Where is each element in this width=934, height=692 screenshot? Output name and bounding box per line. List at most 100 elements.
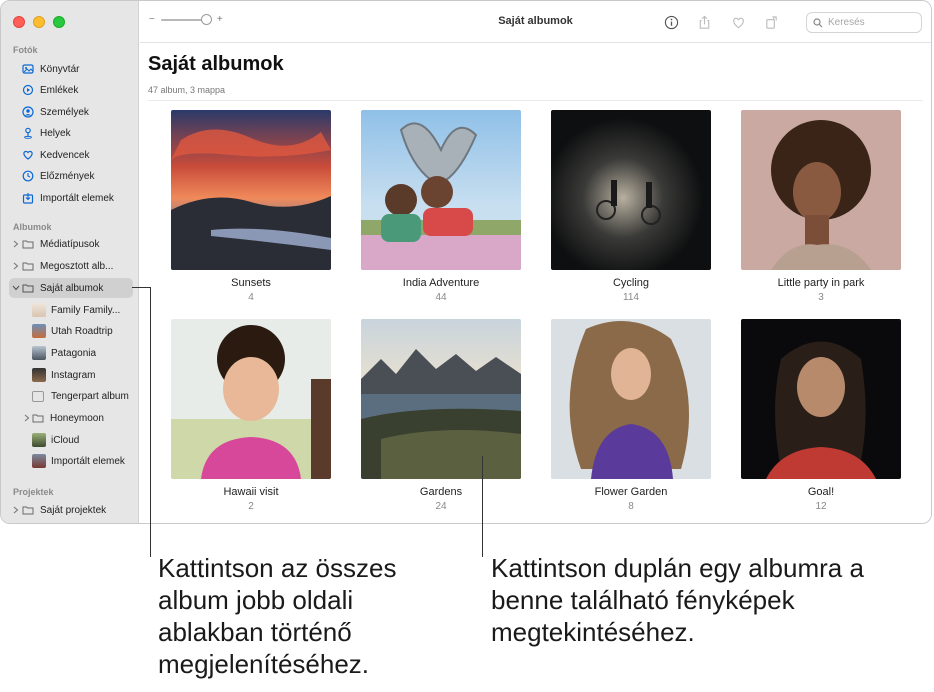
sidebar-item-my-projects[interactable]: Saját projektek bbox=[9, 500, 133, 520]
places-icon bbox=[22, 127, 34, 139]
sidebar-item-people[interactable]: Személyek bbox=[9, 102, 133, 122]
share-button[interactable] bbox=[695, 13, 713, 31]
sidebar-item-album[interactable]: Patagonia bbox=[9, 343, 133, 363]
sidebar-item-album[interactable]: Family Family... bbox=[9, 300, 133, 320]
sidebar-item-favorites[interactable]: Kedvencek bbox=[9, 145, 133, 165]
album-count: 44 bbox=[435, 292, 447, 303]
heart-icon bbox=[732, 17, 744, 28]
album-tile-sunsets[interactable]: Sunsets 4 bbox=[171, 110, 331, 303]
album-cover bbox=[551, 110, 711, 270]
album-name: Gardens bbox=[419, 486, 463, 498]
empty-album-icon bbox=[32, 390, 44, 402]
rotate-icon bbox=[765, 15, 777, 29]
share-icon bbox=[699, 15, 709, 29]
chevron-right-icon[interactable] bbox=[23, 414, 31, 422]
album-cover bbox=[171, 110, 331, 270]
search-input[interactable] bbox=[828, 17, 918, 28]
album-tile-india-adventure[interactable]: India Adventure 44 bbox=[361, 110, 521, 303]
heart-icon bbox=[22, 149, 34, 161]
sidebar-item-album[interactable]: Tengerpart album bbox=[9, 386, 133, 406]
sidebar-item-label: Importált elemek bbox=[40, 192, 114, 204]
chevron-right-icon[interactable] bbox=[12, 240, 20, 248]
album-name: Hawaii visit bbox=[223, 486, 279, 498]
section-albums: Albumok bbox=[13, 222, 52, 232]
info-button[interactable] bbox=[662, 13, 680, 31]
chevron-down-icon[interactable] bbox=[12, 284, 20, 292]
album-name: India Adventure bbox=[402, 277, 480, 289]
album-count: 4 bbox=[248, 292, 254, 303]
album-name: Cycling bbox=[612, 277, 650, 289]
folder-icon bbox=[22, 260, 34, 272]
sidebar-item-label: Patagonia bbox=[51, 347, 97, 359]
zoom-button[interactable] bbox=[53, 16, 65, 28]
callout-line-left-v bbox=[150, 287, 151, 557]
album-tile-flower-garden[interactable]: Flower Garden 8 bbox=[551, 319, 711, 512]
album-cover bbox=[361, 110, 521, 270]
clock-icon bbox=[22, 170, 34, 182]
sidebar-item-label: Helyek bbox=[40, 127, 71, 139]
album-tile-goal[interactable]: Goal! 12 bbox=[741, 319, 901, 512]
rotate-button[interactable] bbox=[762, 13, 780, 31]
album-tile-little-party[interactable]: Little party in park 3 bbox=[741, 110, 901, 303]
favorite-button[interactable] bbox=[729, 13, 747, 31]
sidebar-item-label: Honeymoon bbox=[50, 412, 104, 424]
folder-icon bbox=[22, 238, 34, 250]
folder-icon bbox=[22, 504, 34, 516]
sidebar-item-media-types[interactable]: Médiatípusok bbox=[9, 234, 133, 254]
callout-line-left-h bbox=[132, 287, 151, 288]
album-tile-cycling[interactable]: Cycling 114 bbox=[551, 110, 711, 303]
album-thumbnail bbox=[32, 324, 46, 338]
sidebar-item-label: Megosztott alb... bbox=[40, 260, 114, 272]
close-button[interactable] bbox=[13, 16, 25, 28]
album-name: Goal! bbox=[807, 486, 835, 498]
sidebar-item-places[interactable]: Helyek bbox=[9, 123, 133, 143]
album-count: 8 bbox=[628, 501, 634, 512]
album-tile-gardens[interactable]: Gardens 24 bbox=[361, 319, 521, 512]
search-field[interactable] bbox=[806, 12, 922, 33]
zoom-in-button[interactable]: + bbox=[217, 14, 223, 25]
sidebar-item-memories[interactable]: Emlékek bbox=[9, 80, 133, 100]
album-count: 3 bbox=[818, 292, 824, 303]
sidebar-item-album[interactable]: Importált elemek bbox=[9, 451, 133, 471]
sidebar-item-label: Saját albumok bbox=[40, 282, 104, 294]
zoom-slider[interactable] bbox=[160, 13, 212, 25]
window-controls bbox=[13, 16, 65, 28]
sidebar-item-honeymoon[interactable]: Honeymoon bbox=[9, 408, 133, 428]
chevron-right-icon[interactable] bbox=[12, 262, 20, 270]
sidebar-item-recents[interactable]: Előzmények bbox=[9, 166, 133, 186]
divider bbox=[148, 100, 923, 101]
sidebar-item-label: iCloud bbox=[51, 434, 80, 446]
album-count: 24 bbox=[435, 501, 447, 512]
page-title: Saját albumok bbox=[148, 53, 284, 75]
zoom-slider-knob[interactable] bbox=[200, 13, 212, 25]
album-count: 114 bbox=[623, 292, 639, 303]
sidebar-item-album[interactable]: Instagram bbox=[9, 365, 133, 385]
sidebar-item-album[interactable]: iCloud bbox=[9, 430, 133, 450]
minimize-button[interactable] bbox=[33, 16, 45, 28]
album-thumbnail bbox=[32, 346, 46, 360]
zoom-out-button[interactable]: − bbox=[149, 14, 155, 25]
photos-window: Fotók Könyvtár Emlékek Személyek Helyek … bbox=[0, 0, 932, 524]
search-icon bbox=[813, 17, 823, 27]
sidebar-item-label: Emlékek bbox=[40, 84, 79, 96]
album-name: Little party in park bbox=[777, 277, 865, 289]
chevron-right-icon[interactable] bbox=[12, 506, 20, 514]
sidebar: Fotók Könyvtár Emlékek Személyek Helyek … bbox=[1, 1, 139, 523]
sidebar-item-label: Family Family... bbox=[51, 304, 121, 316]
section-projects: Projektek bbox=[13, 487, 54, 497]
sidebar-item-shared-albums[interactable]: Megosztott alb... bbox=[9, 256, 133, 276]
toolbar: − + Saját albumok bbox=[140, 1, 931, 43]
import-icon bbox=[22, 192, 34, 204]
page-subtitle: 47 album, 3 mappa bbox=[148, 85, 226, 95]
sidebar-item-imports[interactable]: Importált elemek bbox=[9, 188, 133, 208]
album-count: 2 bbox=[248, 501, 254, 512]
library-icon bbox=[22, 63, 34, 75]
callout-left-text: Kattintson az összes album jobb oldali a… bbox=[158, 553, 397, 679]
sidebar-item-library[interactable]: Könyvtár bbox=[9, 59, 133, 79]
sidebar-item-label: Importált elemek bbox=[51, 455, 125, 467]
album-tile-hawaii-visit[interactable]: Hawaii visit 2 bbox=[171, 319, 331, 512]
sidebar-item-label: Kedvencek bbox=[40, 149, 90, 161]
sidebar-item-my-albums[interactable]: Saját albumok bbox=[9, 278, 133, 298]
sidebar-item-album[interactable]: Utah Roadtrip bbox=[9, 321, 133, 341]
album-cover bbox=[171, 319, 331, 479]
